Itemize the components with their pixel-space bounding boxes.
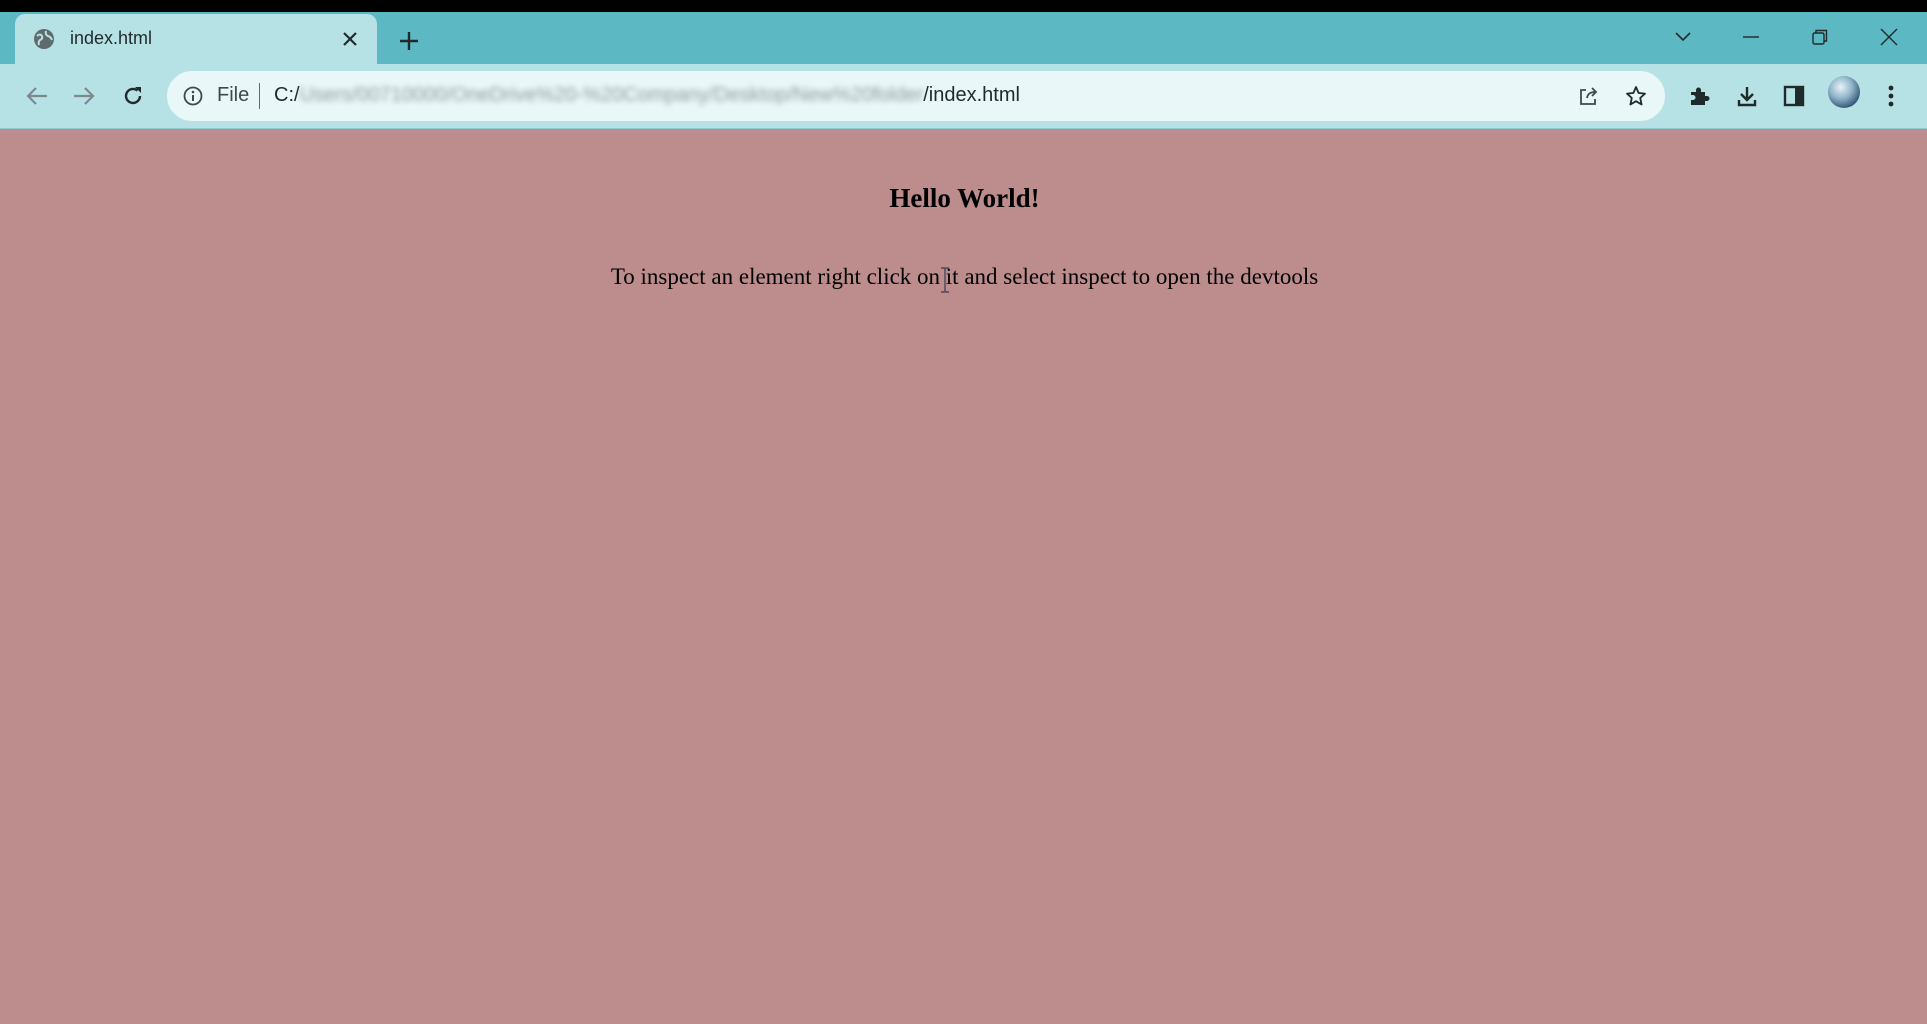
url-blurred-path: Users/00710000/OneDrive%20-%20Company/De… xyxy=(299,84,924,106)
window-close-button[interactable] xyxy=(1869,20,1909,54)
browser-window: index.html File C:/Users/00710000/OneDri… xyxy=(0,12,1927,1024)
url-suffix: /index.html xyxy=(923,84,1020,106)
share-icon[interactable] xyxy=(1575,82,1603,110)
download-icon[interactable] xyxy=(1727,76,1767,116)
page-content: Hello World! To inspect an element right… xyxy=(4,129,1925,1024)
globe-icon xyxy=(33,28,55,50)
minimize-button[interactable] xyxy=(1731,20,1771,54)
url-text[interactable]: C:/Users/00710000/OneDrive%20-%20Company… xyxy=(274,84,1020,107)
kebab-menu-icon[interactable] xyxy=(1871,76,1911,116)
arrow-right-icon xyxy=(74,87,95,105)
info-icon[interactable] xyxy=(181,84,205,108)
tab-index-html[interactable]: index.html xyxy=(15,14,377,64)
new-tab-button[interactable] xyxy=(392,24,426,58)
reload-icon xyxy=(124,87,142,105)
url-separator xyxy=(259,83,260,109)
close-icon xyxy=(343,32,357,46)
tab-strip: index.html xyxy=(0,12,1927,64)
chevron-down-icon xyxy=(1675,32,1691,42)
reload-button[interactable] xyxy=(113,76,153,116)
tab-close-button[interactable] xyxy=(337,26,363,52)
page-heading: Hello World! xyxy=(889,183,1040,213)
star-icon[interactable] xyxy=(1622,82,1650,110)
avatar[interactable] xyxy=(1828,76,1860,108)
plus-icon xyxy=(400,32,418,50)
url-prefix: C:/ xyxy=(274,84,300,106)
url-scheme-label: File xyxy=(217,84,250,106)
back-button[interactable] xyxy=(17,76,57,116)
browser-toolbar: File C:/Users/00710000/OneDrive%20-%20Co… xyxy=(0,64,1927,129)
arrow-left-icon xyxy=(26,87,47,105)
close-icon xyxy=(1880,28,1898,46)
puzzle-icon[interactable] xyxy=(1679,76,1719,116)
page-paragraph: To inspect an element right click on it … xyxy=(610,264,1319,289)
forward-button[interactable] xyxy=(64,76,104,116)
minimize-icon xyxy=(1743,36,1759,38)
restore-button[interactable] xyxy=(1800,20,1840,54)
tab-search-button[interactable] xyxy=(1663,20,1703,54)
text-cursor-icon xyxy=(939,267,951,293)
side-panel-icon[interactable] xyxy=(1774,76,1814,116)
address-bar[interactable]: File C:/Users/00710000/OneDrive%20-%20Co… xyxy=(167,71,1665,121)
tab-title: index.html xyxy=(70,28,153,48)
restore-icon xyxy=(1812,29,1828,45)
